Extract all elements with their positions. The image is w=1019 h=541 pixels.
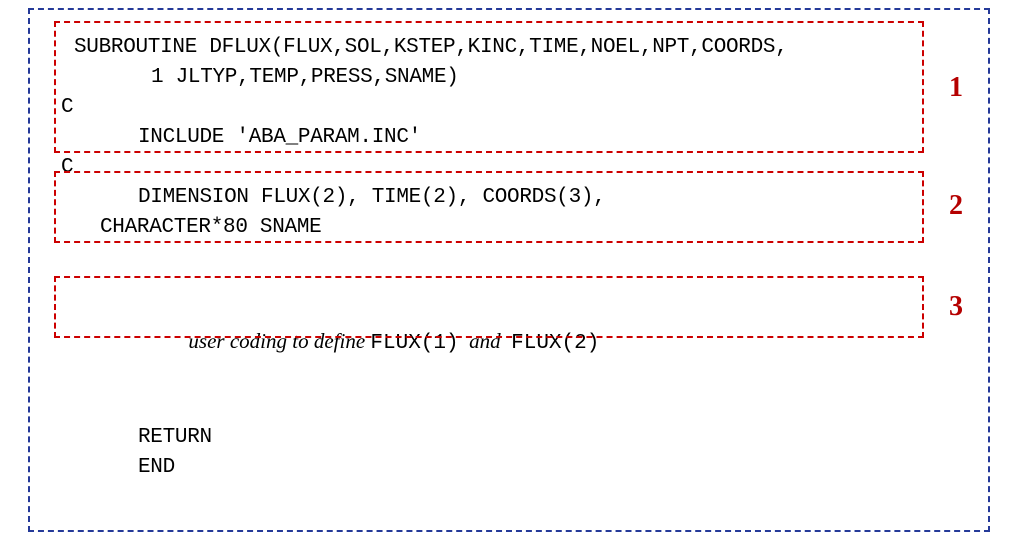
annotation-number-3: 3 [949, 291, 963, 323]
annotation-number-2: 2 [949, 190, 963, 222]
annotation-box-1 [54, 21, 924, 153]
code-line-return: RETURN [138, 426, 212, 449]
annotation-box-2 [54, 171, 924, 243]
annotation-box-3 [54, 276, 924, 338]
code-line-end: END [138, 456, 175, 479]
annotation-number-1: 1 [949, 72, 963, 104]
